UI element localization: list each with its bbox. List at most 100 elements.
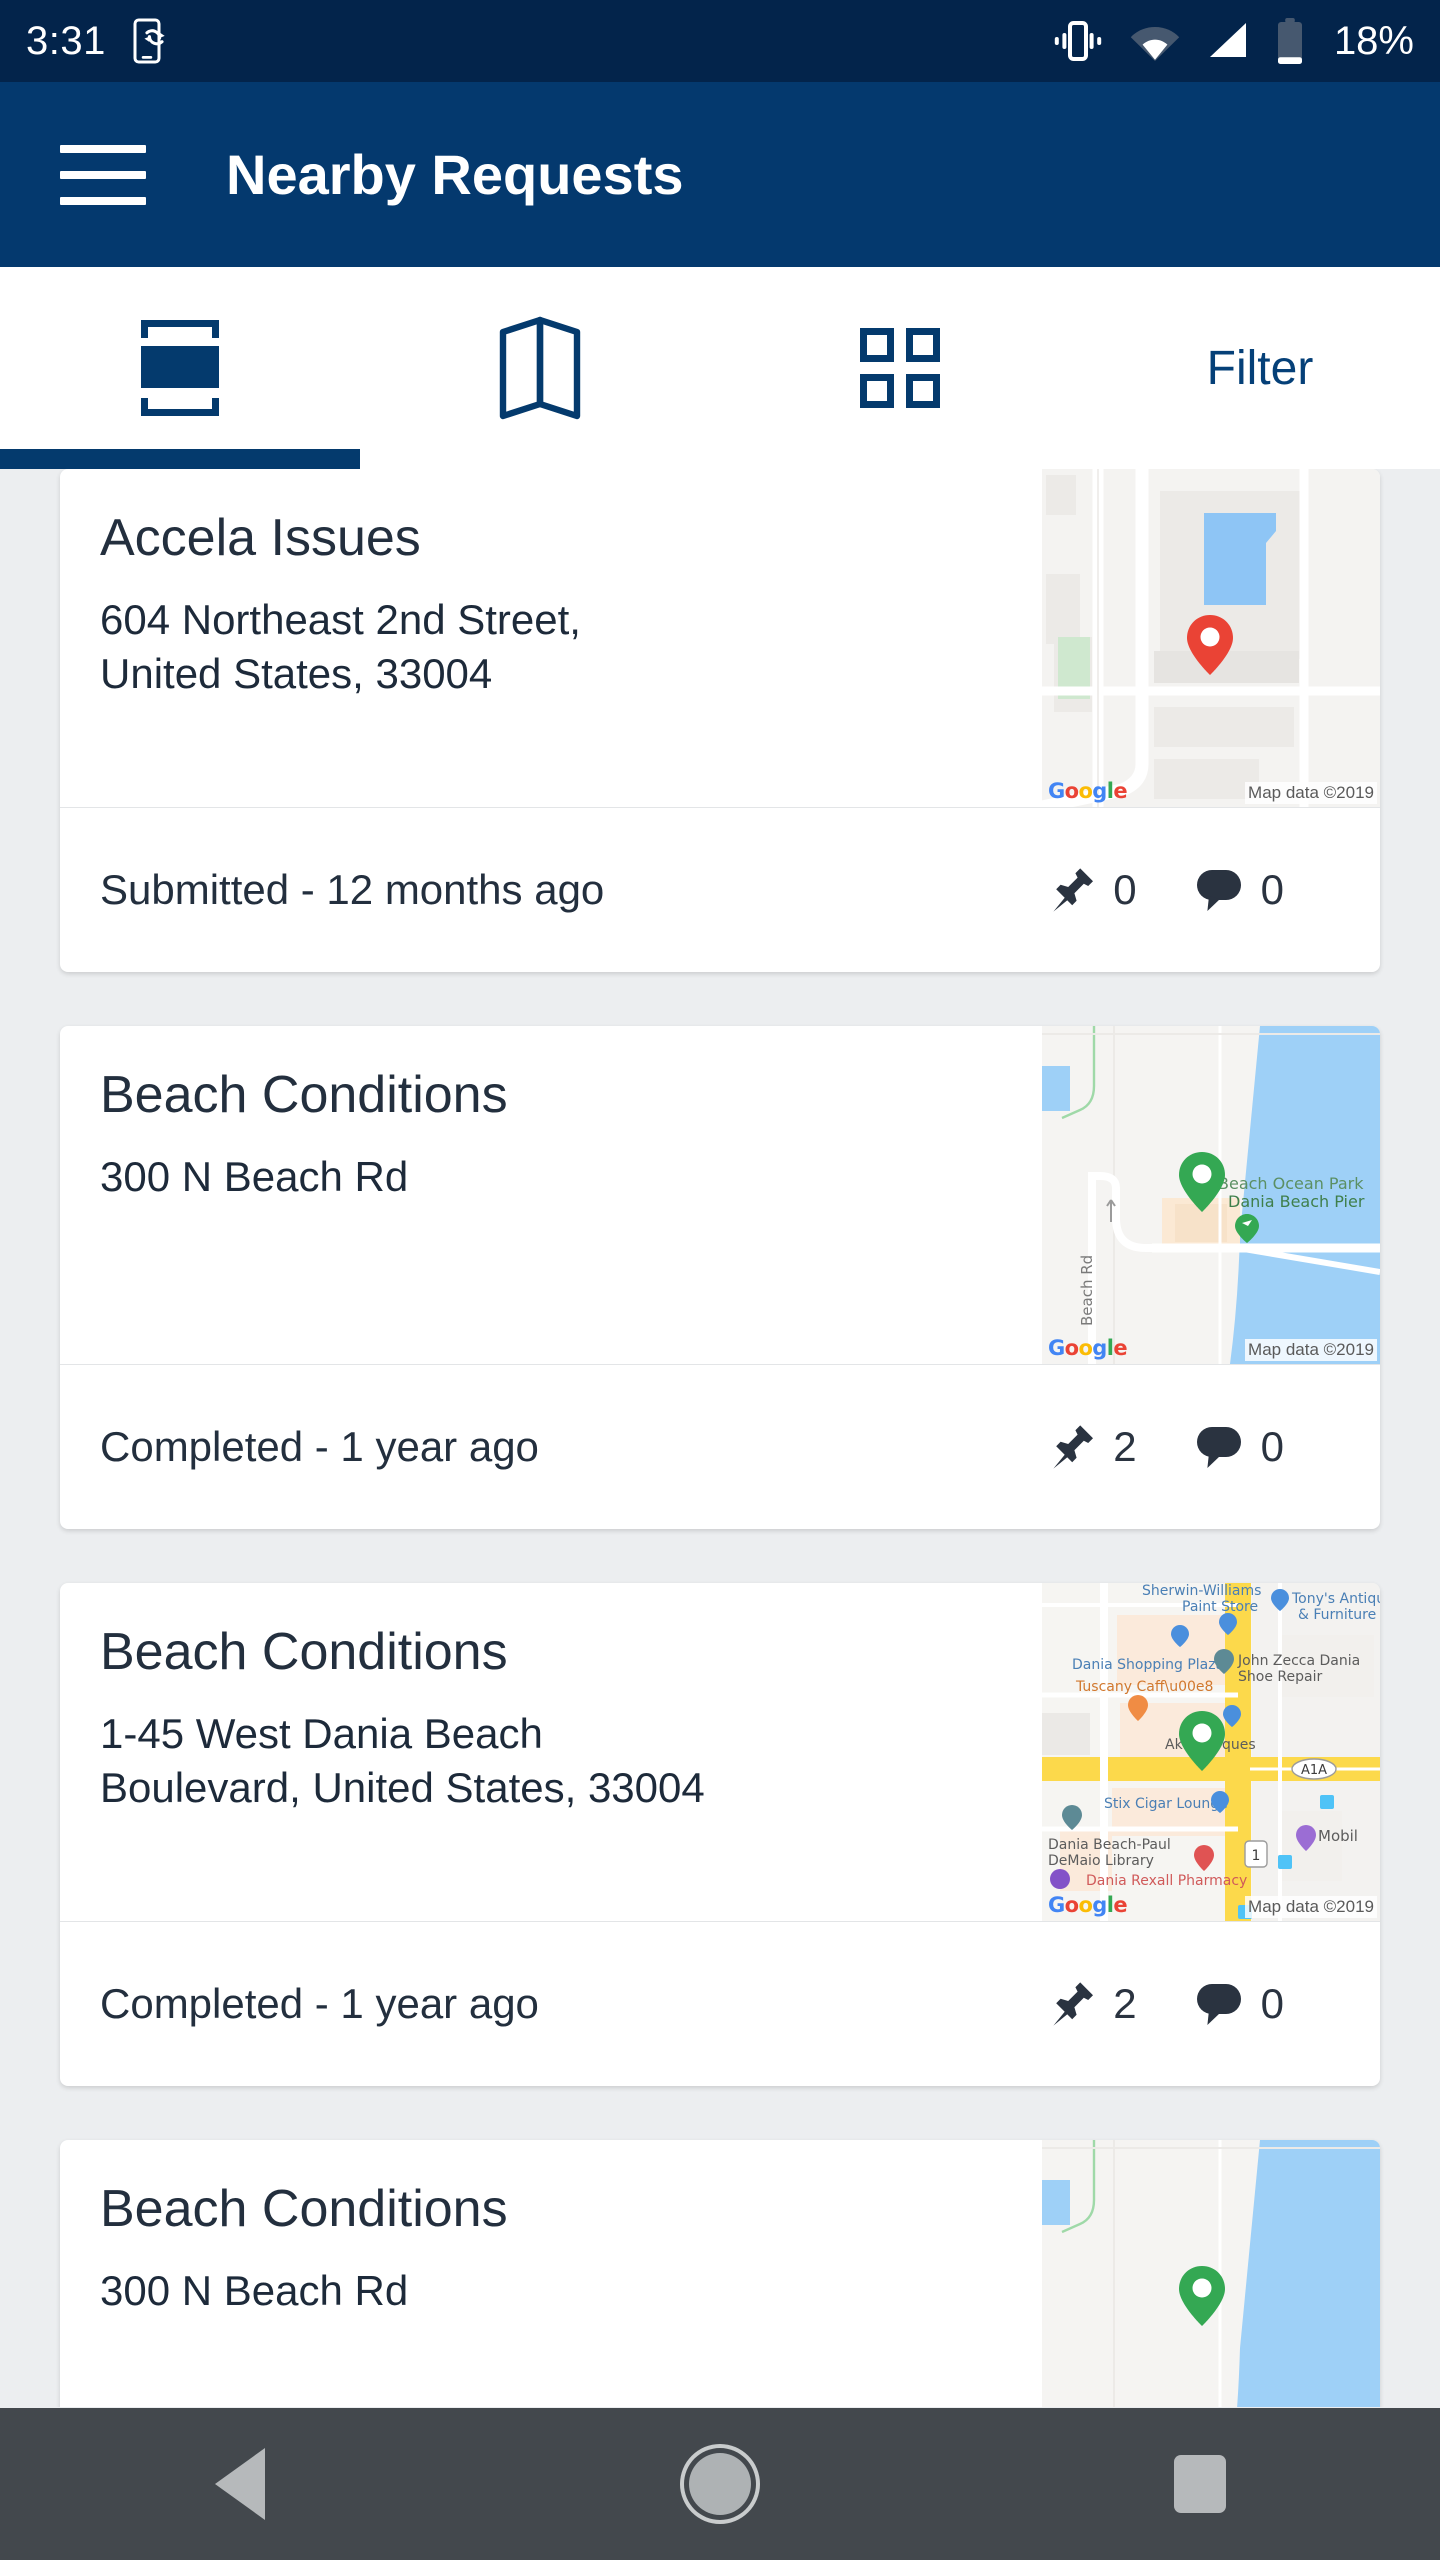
svg-text:Dania Beach-Paul: Dania Beach-Paul: [1048, 1837, 1171, 1853]
card-text: Beach Conditions 300 N Beach Rd: [60, 2140, 1042, 2407]
card-body: Accela Issues 604 Northeast 2nd Street, …: [60, 469, 1380, 807]
map-folded-icon: [499, 316, 581, 420]
recent-apps-square-icon: [1174, 2455, 1226, 2513]
pin-metric[interactable]: 2: [1051, 1980, 1137, 2028]
status-bar: 3:31 18%: [0, 0, 1440, 82]
svg-text:DeMaio Library: DeMaio Library: [1048, 1853, 1154, 1869]
comment-count: 0: [1260, 866, 1284, 913]
map-thumbnail[interactable]: Beach Rd Beach Ocean Park Dania Beach Pi…: [1042, 1026, 1380, 1364]
card-metrics: 0 0: [1051, 866, 1340, 914]
list-item[interactable]: Beach Conditions 300 N Beach Rd: [60, 1026, 1380, 1529]
app-screen: 3:31 18% Nearby Requests Filter Accela I…: [0, 0, 1440, 2560]
request-address: 300 N Beach Rd: [100, 1153, 409, 1201]
status-time: 3:31: [26, 19, 106, 63]
request-address: 604 Northeast 2nd Street, United States,…: [100, 596, 581, 697]
google-logo: Google: [1048, 1336, 1128, 1360]
cellular-signal-icon: [1209, 23, 1246, 57]
status-badge: Submitted - 12 months ago: [100, 866, 605, 913]
tab-filter[interactable]: Filter: [1080, 267, 1440, 469]
svg-text:Dania Shopping Plaza: Dania Shopping Plaza: [1072, 1657, 1224, 1673]
map-attribution: Map data ©2019: [1245, 782, 1377, 804]
comment-icon: [1196, 1427, 1241, 1468]
pin-metric[interactable]: 2: [1051, 1423, 1137, 1471]
pin-count: 2: [1113, 1980, 1137, 2027]
svg-text:Dania Rexall Pharmacy: Dania Rexall Pharmacy: [1086, 1873, 1247, 1889]
pushpin-icon: [1053, 1425, 1094, 1469]
page-title: Nearby Requests: [226, 142, 684, 206]
request-title: Beach Conditions: [100, 1066, 508, 1124]
map-thumbnail[interactable]: Google Map data ©2019: [1042, 469, 1380, 807]
status-notification-icons: [132, 18, 168, 64]
status-system-icons: 18%: [1052, 18, 1414, 64]
svg-text:Tuscany Caff\u00e8: Tuscany Caff\u00e8: [1075, 1679, 1213, 1695]
comment-icon: [1196, 870, 1241, 911]
card-body: Beach Conditions 300 N Beach Rd: [60, 2140, 1380, 2407]
svg-text:Tony's Antiqu: Tony's Antiqu: [1291, 1591, 1380, 1607]
card-metrics: 2 0: [1051, 1423, 1340, 1471]
tab-map-view[interactable]: [360, 267, 720, 469]
tab-bar: Filter: [0, 267, 1440, 469]
wifi-icon: [1130, 27, 1180, 61]
map-image: Sherwin-Williams Paint Store Tony's Anti…: [1042, 1583, 1380, 1921]
map-thumbnail[interactable]: Sherwin-Williams Paint Store Tony's Anti…: [1042, 1583, 1380, 1921]
pin-count: 2: [1113, 1423, 1137, 1470]
pushpin-icon: [1053, 868, 1094, 912]
svg-text:& Furniture: & Furniture: [1298, 1607, 1376, 1623]
request-title: Beach Conditions: [100, 1623, 508, 1681]
svg-text:John Zecca Dania: John Zecca Dania: [1237, 1653, 1360, 1669]
list-item[interactable]: Beach Conditions 300 N Beach Rd: [60, 2140, 1380, 2407]
nav-home-button[interactable]: [640, 2408, 800, 2560]
comment-metric[interactable]: 0: [1195, 866, 1284, 914]
tab-active-indicator: [0, 449, 360, 469]
requests-list[interactable]: Accela Issues 604 Northeast 2nd Street, …: [0, 469, 1440, 2407]
battery-percent-label: 18%: [1333, 19, 1414, 63]
svg-text:1: 1: [1252, 1848, 1261, 1864]
pushpin-icon: [1053, 1982, 1094, 2026]
google-logo: Google: [1048, 1893, 1128, 1917]
request-title: Accela Issues: [100, 509, 421, 567]
request-title: Beach Conditions: [100, 2180, 508, 2238]
svg-text:Paint Store: Paint Store: [1182, 1599, 1258, 1615]
list-item[interactable]: Accela Issues 604 Northeast 2nd Street, …: [60, 469, 1380, 972]
card-body: Beach Conditions 300 N Beach Rd: [60, 1026, 1380, 1364]
svg-text:Mobil: Mobil: [1318, 1827, 1358, 1845]
home-circle-icon: [689, 2453, 751, 2515]
request-address: 300 N Beach Rd: [100, 2267, 409, 2315]
list-item[interactable]: Beach Conditions 1-45 West Dania Beach B…: [60, 1583, 1380, 2086]
svg-text:Beach Ocean Park: Beach Ocean Park: [1218, 1174, 1364, 1193]
tab-list-view[interactable]: [0, 267, 360, 469]
map-image: Beach Rd Beach Ocean Park Dania Beach Pi…: [1042, 1026, 1380, 1364]
card-footer: Submitted - 12 months ago 0 0: [60, 807, 1380, 972]
pin-count: 0: [1113, 866, 1137, 913]
tab-grid-view[interactable]: [720, 267, 1080, 469]
app-bar: Nearby Requests: [0, 82, 1440, 267]
card-footer: Completed - 1 year ago 2 0: [60, 1921, 1380, 2086]
comment-count: 0: [1260, 1980, 1284, 2027]
battery-icon: [1277, 18, 1302, 64]
svg-text:A1A: A1A: [1301, 1763, 1327, 1778]
nav-back-button[interactable]: [160, 2408, 320, 2560]
phone-sync-icon: [133, 18, 165, 64]
nav-recents-button[interactable]: [1120, 2408, 1280, 2560]
svg-text:Shoe Repair: Shoe Repair: [1238, 1669, 1322, 1685]
card-text: Accela Issues 604 Northeast 2nd Street, …: [60, 469, 1042, 807]
comment-count: 0: [1260, 1423, 1284, 1470]
comment-metric[interactable]: 0: [1195, 1980, 1284, 2028]
back-triangle-icon: [215, 2448, 265, 2520]
status-badge: Completed - 1 year ago: [100, 1423, 539, 1470]
hamburger-menu-icon[interactable]: [60, 140, 146, 210]
comment-metric[interactable]: 0: [1195, 1423, 1284, 1471]
card-text: Beach Conditions 300 N Beach Rd: [60, 1026, 1042, 1364]
map-thumbnail[interactable]: [1042, 2140, 1380, 2407]
android-navigation-bar: [0, 2408, 1440, 2560]
vibrate-icon: [1054, 21, 1102, 61]
pin-metric[interactable]: 0: [1051, 866, 1137, 914]
map-image: [1042, 469, 1380, 807]
svg-text:Beach Rd: Beach Rd: [1078, 1255, 1096, 1326]
status-badge: Completed - 1 year ago: [100, 1980, 539, 2027]
google-logo: Google: [1048, 779, 1128, 803]
map-image: [1042, 2140, 1380, 2407]
card-metrics: 2 0: [1051, 1980, 1340, 2028]
tab-filter-label: Filter: [1206, 341, 1314, 395]
map-attribution: Map data ©2019: [1245, 1339, 1377, 1361]
